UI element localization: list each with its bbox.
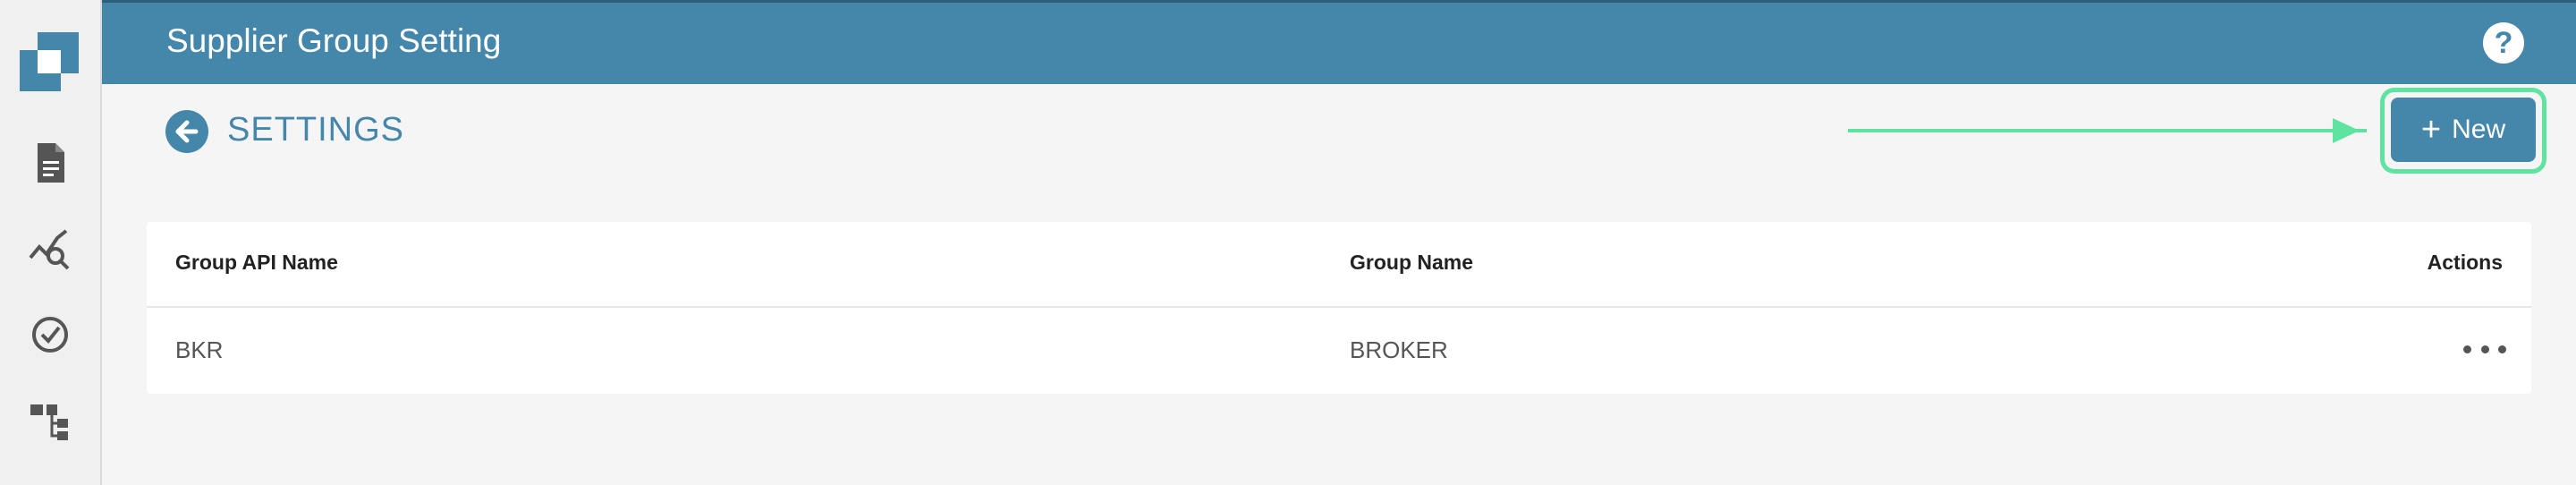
analytics-search-icon[interactable] [27, 225, 73, 272]
plus-icon: + [2420, 111, 2442, 149]
column-header-api-name[interactable]: Group API Name [175, 251, 338, 275]
section-title: SETTINGS [227, 111, 405, 149]
more-actions-icon[interactable] [2463, 336, 2506, 362]
annotation-arrow-line [1848, 129, 2367, 132]
document-icon[interactable] [27, 140, 73, 186]
sidebar [0, 0, 102, 485]
column-header-group-name[interactable]: Group Name [1350, 251, 1473, 275]
check-circle-icon[interactable] [27, 311, 73, 358]
annotation-arrow-head [2333, 118, 2360, 143]
header-divider [147, 306, 2531, 308]
page-title: Supplier Group Setting [166, 22, 502, 59]
top-header: Supplier Group Setting ? [102, 0, 2576, 84]
column-header-actions: Actions [2427, 251, 2503, 274]
back-arrow-icon[interactable] [165, 110, 208, 153]
cell-api-name: BKR [175, 336, 224, 363]
app: Supplier Group Setting ? SETTINGS + New … [0, 0, 2576, 485]
cell-group-name: BROKER [1350, 336, 1448, 363]
hierarchy-icon[interactable] [27, 397, 73, 444]
app-logo[interactable] [20, 32, 79, 91]
new-button[interactable]: + New [2391, 98, 2536, 162]
help-button[interactable]: ? [2483, 22, 2524, 64]
new-button-label: New [2452, 115, 2506, 144]
group-table: Group API Name Group Name Actions BKR BR… [147, 222, 2531, 394]
